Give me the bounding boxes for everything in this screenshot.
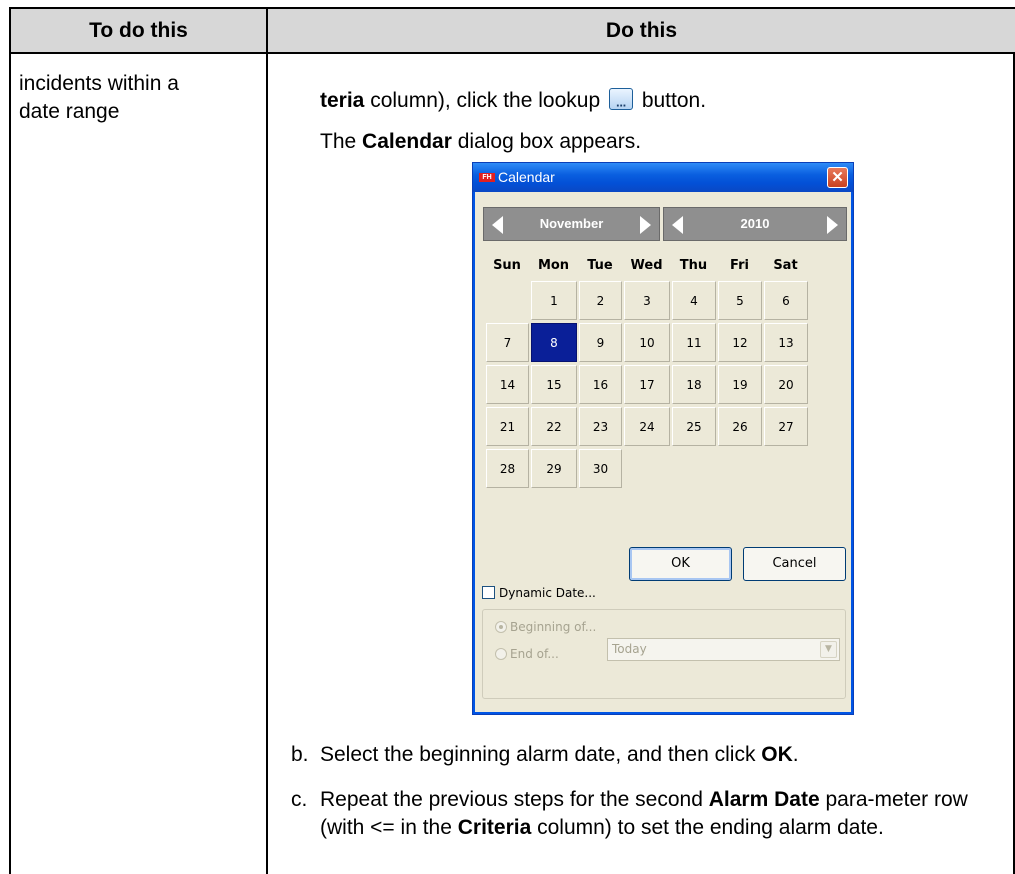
task-description: incidents within a date range xyxy=(19,70,259,126)
calendar-bold-text: Calendar xyxy=(362,130,452,153)
day-cell[interactable]: 2 xyxy=(579,281,622,320)
dynamic-date-label: Dynamic Date... xyxy=(499,586,596,600)
day-cell[interactable]: 10 xyxy=(624,323,670,362)
radio-label: Beginning of... xyxy=(510,620,597,634)
weekday-label: Sun xyxy=(493,258,521,273)
next-year-icon[interactable] xyxy=(827,216,838,234)
day-cell[interactable]: 17 xyxy=(624,365,670,404)
day-cell[interactable]: 4 xyxy=(672,281,716,320)
radio-end-of[interactable]: End of... xyxy=(495,647,559,661)
instruction-text: dialog box appears. xyxy=(451,130,642,153)
instruction-text: button. xyxy=(635,89,707,112)
task-line-2: date range xyxy=(19,100,120,123)
radio-beginning-of[interactable]: Beginning of... xyxy=(495,620,596,634)
day-cell[interactable]: 1 xyxy=(531,281,577,320)
weekday-label: Fri xyxy=(730,258,749,273)
weekday-label: Sat xyxy=(773,258,798,273)
period-select[interactable]: Today ▼ xyxy=(607,638,840,661)
step-label: c. xyxy=(291,788,308,811)
column-header-to-do-this: To do this xyxy=(9,7,266,54)
day-cell-selected[interactable]: 8 xyxy=(531,323,577,362)
day-cell[interactable]: 22 xyxy=(531,407,577,446)
instruction-line-calendar: The Calendar dialog box appears. xyxy=(320,128,641,156)
day-cell[interactable]: 6 xyxy=(764,281,808,320)
day-cell[interactable]: 5 xyxy=(718,281,762,320)
step-c-text: Repeat the previous steps for the second… xyxy=(320,786,1010,842)
calendar-logo-icon: FH xyxy=(479,173,495,182)
day-cell[interactable]: 26 xyxy=(718,407,762,446)
day-cell[interactable]: 20 xyxy=(764,365,808,404)
lookup-icon xyxy=(608,88,633,120)
criteria-bold-text: Criteria xyxy=(457,816,532,839)
day-cell[interactable]: 23 xyxy=(579,407,622,446)
column-header-do-this: Do this xyxy=(266,7,1015,54)
radio-label: End of... xyxy=(510,647,559,661)
month-label: November xyxy=(539,216,604,231)
chevron-down-icon[interactable]: ▼ xyxy=(820,641,837,658)
weekday-label: Wed xyxy=(630,258,663,273)
ok-button[interactable]: OK xyxy=(629,547,732,581)
alarm-date-bold-text: Alarm Date xyxy=(708,788,820,811)
task-line-1: incidents within a xyxy=(19,72,179,95)
table-border-left xyxy=(9,7,11,874)
day-cell[interactable]: 9 xyxy=(579,323,622,362)
day-cell[interactable]: 3 xyxy=(624,281,670,320)
day-cell[interactable]: 25 xyxy=(672,407,716,446)
step-text: Select the beginning alarm date, and the… xyxy=(320,743,762,766)
day-cell[interactable]: 28 xyxy=(486,449,529,488)
checkbox-box[interactable] xyxy=(482,586,495,599)
day-cell[interactable]: 27 xyxy=(764,407,808,446)
step-text: column) to set the ending alarm date. xyxy=(531,816,884,839)
day-cell[interactable]: 29 xyxy=(531,449,577,488)
day-cell[interactable]: 19 xyxy=(718,365,762,404)
weekday-label: Thu xyxy=(679,258,708,273)
select-value: Today xyxy=(612,642,647,656)
step-b-text: Select the beginning alarm date, and the… xyxy=(320,741,1010,769)
dialog-title: Calendar xyxy=(498,169,555,185)
day-cell[interactable]: 7 xyxy=(486,323,529,362)
month-navigator: November xyxy=(483,207,660,241)
cancel-button[interactable]: Cancel xyxy=(743,547,846,581)
year-navigator: 2010 xyxy=(663,207,847,241)
criteria-bold-fragment: teria xyxy=(320,89,365,112)
day-cell[interactable]: 16 xyxy=(579,365,622,404)
dynamic-date-checkbox[interactable]: Dynamic Date... xyxy=(482,586,596,601)
table-divider xyxy=(266,7,268,874)
day-cell[interactable]: 30 xyxy=(579,449,622,488)
weekday-label: Tue xyxy=(587,258,613,273)
radio-selected-icon[interactable] xyxy=(495,621,507,633)
day-cell[interactable]: 11 xyxy=(672,323,716,362)
step-text: Repeat the previous steps for the second xyxy=(320,788,709,811)
day-cell[interactable]: 13 xyxy=(764,323,808,362)
close-icon[interactable]: ✕ xyxy=(827,167,848,188)
day-cell[interactable]: 14 xyxy=(486,365,529,404)
calendar-dialog: FH Calendar ✕ November 2010 OK Cancel Dy… xyxy=(472,162,854,715)
weekday-label: Mon xyxy=(537,258,570,273)
day-cell[interactable]: 18 xyxy=(672,365,716,404)
day-cell[interactable]: 21 xyxy=(486,407,529,446)
radio-unselected-icon[interactable] xyxy=(495,648,507,660)
step-text: . xyxy=(792,743,799,766)
day-cell[interactable]: 24 xyxy=(624,407,670,446)
instruction-text: column), click the lookup xyxy=(364,89,601,112)
dialog-title-bar[interactable]: FH Calendar ✕ xyxy=(473,163,853,192)
day-cell[interactable]: 12 xyxy=(718,323,762,362)
step-label: b. xyxy=(291,743,309,766)
dynamic-date-group: Beginning of... End of... Today ▼ xyxy=(482,609,846,699)
year-label: 2010 xyxy=(740,216,770,231)
instruction-text: The xyxy=(320,130,363,153)
next-month-icon[interactable] xyxy=(640,216,651,234)
instruction-line-lookup: teria column), click the lookup button. xyxy=(320,87,707,120)
day-cell[interactable]: 15 xyxy=(531,365,577,404)
ok-bold-text: OK xyxy=(761,743,793,766)
